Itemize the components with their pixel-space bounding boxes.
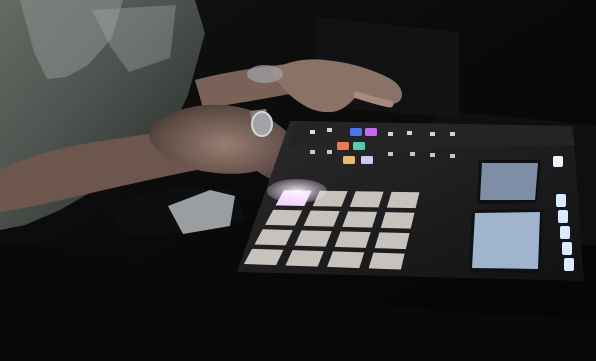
small-button bbox=[410, 152, 415, 156]
small-button bbox=[407, 131, 412, 135]
color-pad bbox=[361, 156, 373, 164]
pad bbox=[380, 212, 415, 229]
rail-button-4 bbox=[562, 242, 572, 255]
small-button bbox=[450, 154, 455, 158]
photo-scene bbox=[0, 0, 596, 361]
color-pad bbox=[343, 156, 355, 164]
wristband bbox=[247, 65, 283, 83]
small-button bbox=[327, 150, 332, 154]
pad bbox=[342, 211, 378, 228]
pad bbox=[327, 251, 365, 269]
small-button bbox=[430, 132, 435, 136]
rail-button-3 bbox=[560, 226, 570, 239]
small-button bbox=[310, 150, 315, 154]
pad bbox=[374, 232, 410, 250]
small-button bbox=[310, 130, 315, 134]
small-button bbox=[388, 132, 393, 136]
pad bbox=[334, 231, 371, 248]
lower-display bbox=[472, 212, 540, 269]
color-pad bbox=[353, 142, 365, 150]
scene-svg bbox=[0, 0, 596, 361]
color-pad bbox=[337, 142, 349, 150]
rail-button-1 bbox=[556, 194, 566, 207]
rail-button-5 bbox=[564, 258, 574, 271]
ring bbox=[251, 111, 273, 137]
small-button bbox=[327, 128, 332, 132]
small-button bbox=[450, 132, 455, 136]
upper-display bbox=[480, 163, 538, 200]
rail-button-2 bbox=[558, 210, 568, 223]
color-pad bbox=[365, 128, 377, 136]
active-pad-glow bbox=[267, 179, 327, 203]
color-pad bbox=[350, 128, 362, 136]
small-button bbox=[430, 153, 435, 157]
small-button bbox=[388, 152, 393, 156]
rail-button-top bbox=[553, 156, 563, 167]
pad bbox=[386, 191, 420, 209]
pad bbox=[349, 191, 384, 208]
pad bbox=[368, 252, 405, 270]
